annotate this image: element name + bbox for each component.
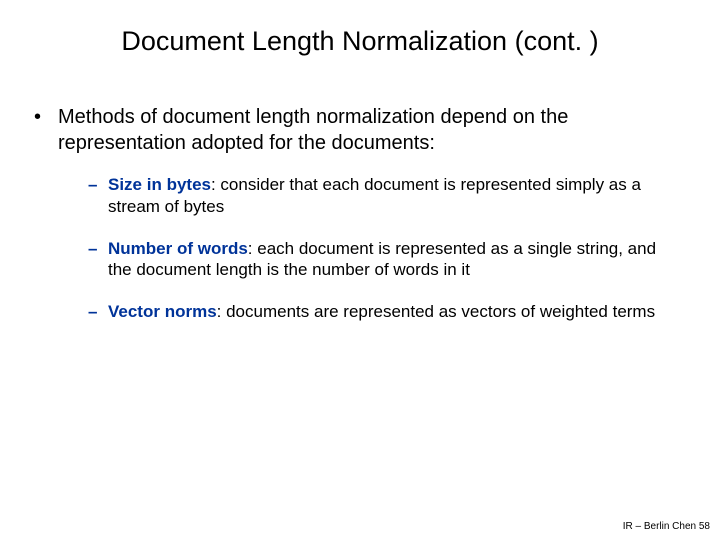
method-lead: Vector norms	[108, 302, 217, 321]
method-lead: Size in bytes	[108, 175, 211, 194]
slide-footer: IR – Berlin Chen 58	[623, 521, 710, 532]
bullet-method: – Number of words: each document is repr…	[88, 238, 680, 282]
bullet-intro: • Methods of document length normalizati…	[30, 105, 680, 156]
method-text: Size in bytes: consider that each docume…	[108, 174, 680, 218]
method-rest: : documents are represented as vectors o…	[217, 302, 655, 321]
bullet-text: Methods of document length normalization…	[58, 105, 680, 156]
bullet-method: – Size in bytes: consider that each docu…	[88, 174, 680, 218]
slide-content: • Methods of document length normalizati…	[0, 77, 720, 323]
method-lead: Number of words	[108, 239, 248, 258]
method-text: Vector norms: documents are represented …	[108, 301, 680, 323]
bullet-marker: •	[30, 105, 58, 156]
slide-title: Document Length Normalization (cont. )	[0, 0, 720, 77]
dash-marker: –	[88, 301, 108, 323]
bullet-method: – Vector norms: documents are represente…	[88, 301, 680, 323]
dash-marker: –	[88, 238, 108, 282]
dash-marker: –	[88, 174, 108, 218]
method-text: Number of words: each document is repres…	[108, 238, 680, 282]
